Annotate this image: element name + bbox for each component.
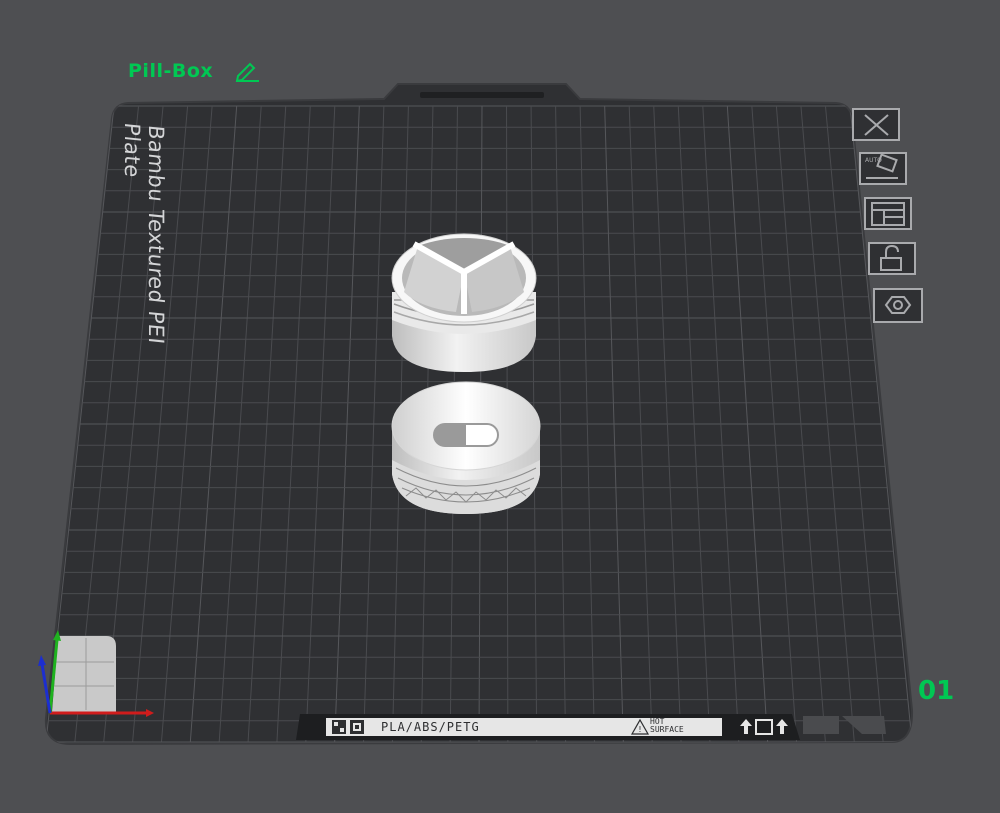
pill-icon	[433, 423, 499, 447]
pill-box-base-model[interactable]	[391, 233, 537, 372]
3d-viewport[interactable]: ! AUTO Pill-Box Bambu Textured PEI Plate…	[0, 0, 1000, 813]
plate-number[interactable]: 01	[918, 676, 954, 706]
plate-handle	[420, 92, 544, 98]
strip-tab	[803, 716, 839, 734]
close-icon[interactable]	[852, 108, 900, 141]
settings-hex-icon[interactable]	[873, 288, 923, 323]
auto-arrange-icon[interactable]: AUTO	[859, 152, 907, 185]
plate-canvas[interactable]: ! AUTO	[0, 0, 1000, 813]
edit-icon[interactable]	[234, 60, 260, 82]
hot-surface-label: HOT SURFACE	[650, 717, 684, 734]
plate-type-label-wrap: Bambu Textured PEI Plate	[120, 121, 168, 394]
svg-text:AUTO: AUTO	[865, 157, 882, 164]
layout-icon[interactable]	[864, 197, 912, 230]
material-label: PLA/ABS/PETG	[381, 720, 480, 734]
plate-name[interactable]: Pill-Box	[128, 60, 213, 82]
svg-text:!: !	[638, 725, 641, 734]
plate-type-label: Bambu Textured PEI Plate	[120, 121, 168, 346]
lock-icon[interactable]	[868, 242, 916, 275]
pill-box-lid-model[interactable]	[391, 381, 541, 514]
